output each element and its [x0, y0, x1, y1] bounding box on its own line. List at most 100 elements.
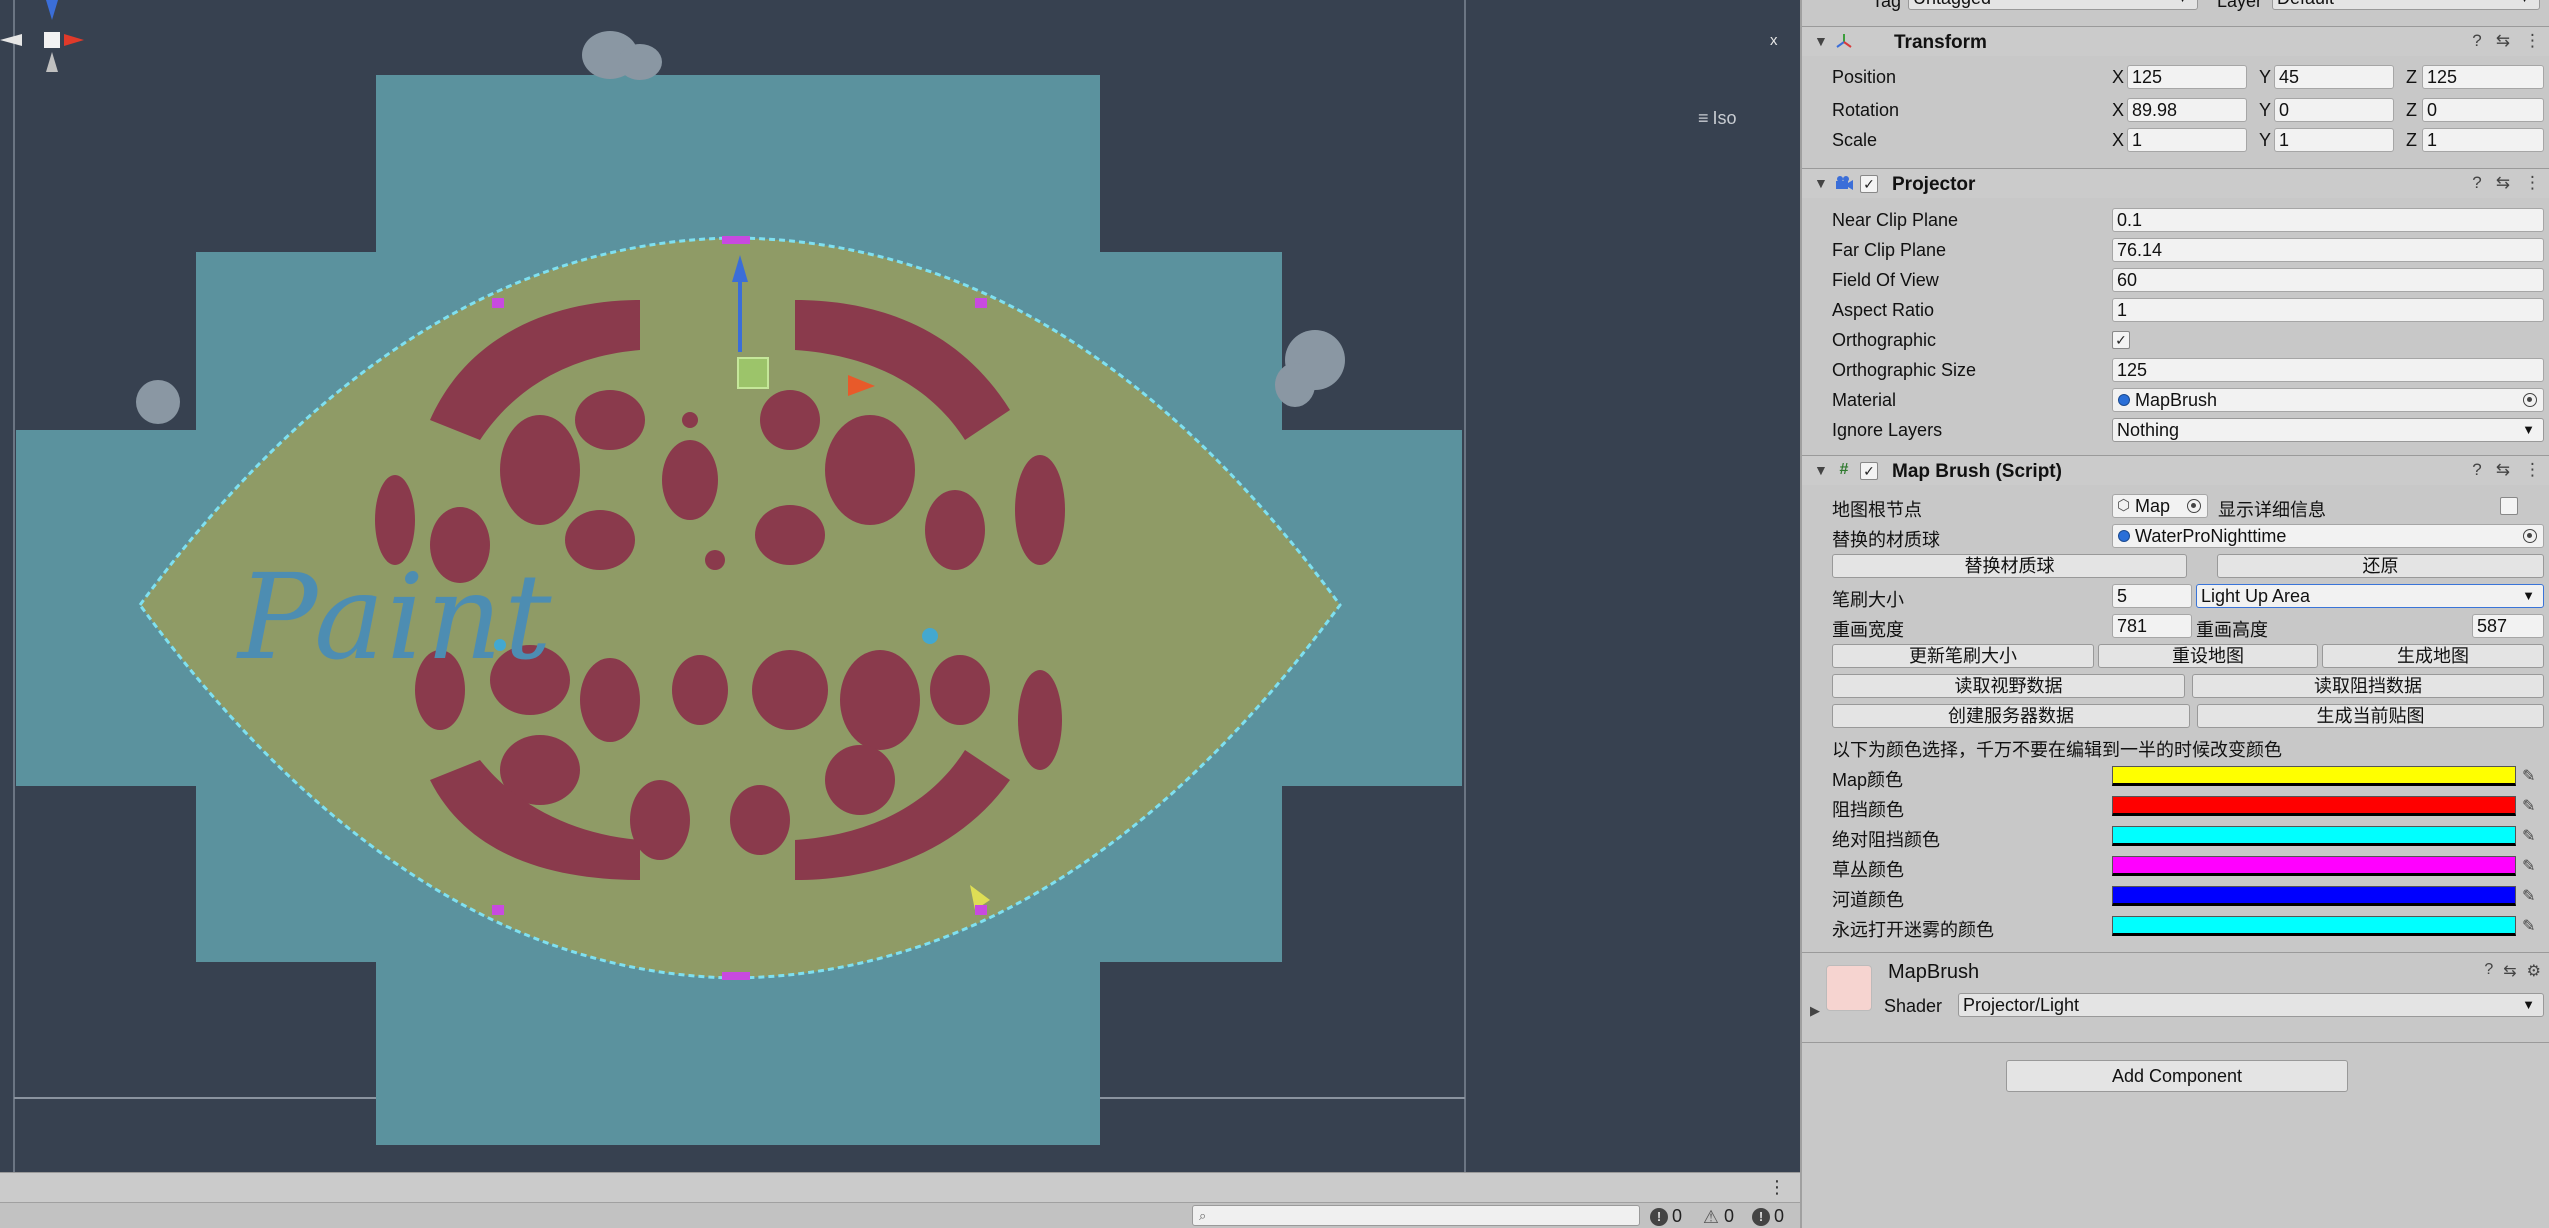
expand-arrow-icon[interactable]: ▶	[1810, 1003, 1820, 1019]
console-search-input[interactable]: ⌕	[1192, 1205, 1640, 1226]
reset-map-button[interactable]: 重设地图	[2098, 644, 2318, 668]
aspect-field[interactable]: 1	[2112, 298, 2544, 322]
warning-row: 以下为颜色选择，千万不要在编辑到一半的时候改变颜色	[1802, 731, 2549, 761]
material-icon	[2118, 530, 2130, 542]
collapse-arrow-icon[interactable]: ▼	[1814, 175, 1828, 191]
more-icon[interactable]: ⋮	[2524, 31, 2541, 51]
eyedropper-icon[interactable]: ✎	[2522, 916, 2535, 936]
component-tools: ? ⇆ ⋮	[2472, 31, 2541, 51]
preset-icon[interactable]: ⇆	[2496, 460, 2510, 480]
add-component-button[interactable]: Add Component	[2006, 1060, 2348, 1092]
scale-z-field[interactable]: 1	[2422, 128, 2544, 152]
far-clip-field[interactable]: 76.14	[2112, 238, 2544, 262]
read-view-button[interactable]: 读取视野数据	[1832, 674, 2185, 698]
iso-label: Iso	[1712, 108, 1737, 128]
position-x-field[interactable]: 125	[2127, 65, 2247, 89]
projector-header[interactable]: ▼ ✓ Projector ? ⇆ ⋮	[1802, 168, 2549, 198]
material-preview-block: ▶ MapBrush Shader Projector/Light ▼ ? ⇆ ⚙	[1802, 952, 2549, 1032]
error-counter[interactable]: ! 0	[1650, 1206, 1682, 1227]
color-label: 永远打开迷雾的颜色	[1832, 920, 1994, 940]
restore-button[interactable]: 还原	[2217, 554, 2544, 578]
color-swatch[interactable]	[2112, 796, 2516, 816]
generate-map-button[interactable]: 生成地图	[2322, 644, 2544, 668]
map-root-object-field[interactable]: ⬡ Map	[2112, 494, 2208, 518]
color-row: 河道颜色 ✎	[1802, 881, 2549, 911]
iso-toggle[interactable]: ≡ Iso	[1698, 108, 1737, 129]
preset-icon[interactable]: ⇆	[2496, 173, 2510, 193]
eyedropper-icon[interactable]: ✎	[2522, 826, 2535, 846]
eyedropper-icon[interactable]: ✎	[2522, 886, 2535, 906]
replace-material-field[interactable]: WaterProNighttime	[2112, 524, 2544, 548]
fov-field[interactable]: 60	[2112, 268, 2544, 292]
object-picker-icon[interactable]	[2187, 499, 2201, 513]
redraw-height-field[interactable]: 587	[2472, 614, 2544, 638]
read-block-button[interactable]: 读取阻挡数据	[2192, 674, 2544, 698]
paint-text: Paint	[238, 548, 554, 686]
preset-icon[interactable]: ⇆	[2496, 31, 2510, 51]
eyedropper-icon[interactable]: ✎	[2522, 766, 2535, 786]
more-icon[interactable]: ⋮	[2524, 173, 2541, 193]
near-clip-field[interactable]: 0.1	[2112, 208, 2544, 232]
ignore-layers-dropdown[interactable]: Nothing ▼	[2112, 418, 2544, 442]
brush-mode-dropdown[interactable]: Light Up Area ▼	[2196, 584, 2544, 608]
generate-current-button[interactable]: 生成当前贴图	[2197, 704, 2544, 728]
material-object-field[interactable]: MapBrush	[2112, 388, 2544, 412]
map-brush-enabled-checkbox[interactable]: ✓	[1860, 462, 1878, 480]
help-icon[interactable]: ?	[2472, 31, 2481, 51]
detail-checkbox[interactable]	[2500, 497, 2518, 515]
ortho-size-field[interactable]: 125	[2112, 358, 2544, 382]
collapse-arrow-icon[interactable]: ▼	[1814, 462, 1828, 478]
color-swatch[interactable]	[2112, 766, 2516, 786]
info-counter[interactable]: ! 0	[1752, 1206, 1784, 1227]
gameobject-icon: ⬡	[2117, 497, 2131, 514]
brush-size-field[interactable]: 5	[2112, 584, 2192, 608]
scale-y-field[interactable]: 1	[2274, 128, 2394, 152]
more-icon[interactable]: ⋮	[2524, 460, 2541, 480]
position-row: Position X 125 Y 45 Z 125	[1802, 62, 2549, 92]
eyedropper-icon[interactable]: ✎	[2522, 856, 2535, 876]
replace-material-button[interactable]: 替换材质球	[1832, 554, 2187, 578]
redraw-width-field[interactable]: 781	[2112, 614, 2192, 638]
ortho-size-row: Orthographic Size 125	[1802, 355, 2549, 385]
update-brush-button[interactable]: 更新笔刷大小	[1832, 644, 2094, 668]
layer-dropdown[interactable]: Default▼	[2272, 0, 2540, 10]
preset-icon[interactable]: ⇆	[2503, 961, 2516, 981]
orthographic-checkbox[interactable]: ✓	[2112, 331, 2130, 349]
collapse-arrow-icon[interactable]: ▼	[1814, 33, 1828, 49]
position-y-field[interactable]: 45	[2274, 65, 2394, 89]
rotation-x-field[interactable]: 89.98	[2127, 98, 2247, 122]
kebab-menu-icon[interactable]: ⋮	[1768, 1177, 1786, 1198]
object-picker-icon[interactable]	[2523, 393, 2537, 407]
redraw-size-row: 重画宽度 781 重画高度 587	[1802, 611, 2549, 641]
warning-counter[interactable]: ⚠ 0	[1702, 1206, 1734, 1227]
orientation-gizmo-icon[interactable]	[0, 0, 110, 90]
projector-enabled-checkbox[interactable]: ✓	[1860, 175, 1878, 193]
object-picker-icon[interactable]	[2523, 529, 2537, 543]
map-brush-header[interactable]: ▼ # ✓ Map Brush (Script) ? ⇆ ⋮	[1802, 455, 2549, 485]
rotation-z-field[interactable]: 0	[2422, 98, 2544, 122]
replace-buttons-row: 替换材质球 还原	[1802, 551, 2549, 581]
rotation-y-field[interactable]: 0	[2274, 98, 2394, 122]
help-icon[interactable]: ?	[2472, 173, 2481, 193]
create-server-button[interactable]: 创建服务器数据	[1832, 704, 2190, 728]
color-label: Map颜色	[1832, 770, 1904, 790]
settings-gear-icon[interactable]: ⚙	[2527, 961, 2541, 981]
color-swatch[interactable]	[2112, 856, 2516, 876]
tag-dropdown[interactable]: Untagged▼	[1908, 0, 2198, 10]
shader-dropdown[interactable]: Projector/Light ▼	[1958, 993, 2544, 1017]
aspect-row: Aspect Ratio 1	[1802, 295, 2549, 325]
color-swatch[interactable]	[2112, 916, 2516, 936]
projector-title: Projector	[1892, 174, 1976, 195]
transform-header[interactable]: ▼ Transform ? ⇆ ⋮	[1802, 26, 2549, 56]
help-icon[interactable]: ?	[2484, 961, 2493, 981]
scale-x-field[interactable]: 1	[2127, 128, 2247, 152]
scene-view[interactable]: Paint x ≡ Iso	[0, 0, 1800, 1172]
color-label: 阻挡颜色	[1832, 800, 1904, 820]
search-icon: ⌕	[1199, 1208, 1207, 1223]
color-swatch[interactable]	[2112, 886, 2516, 906]
position-z-field[interactable]: 125	[2422, 65, 2544, 89]
eyedropper-icon[interactable]: ✎	[2522, 796, 2535, 816]
color-swatch[interactable]	[2112, 826, 2516, 846]
help-icon[interactable]: ?	[2472, 460, 2481, 480]
color-label: 绝对阻挡颜色	[1832, 830, 1940, 850]
